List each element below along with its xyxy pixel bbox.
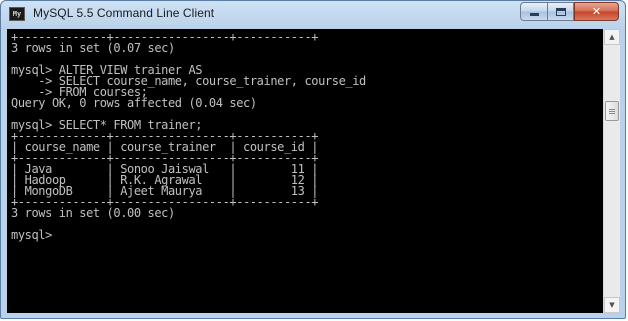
grip-line: [609, 111, 615, 112]
console-output[interactable]: +-------------+-----------------+-------…: [7, 29, 603, 313]
window-title: MySQL 5.5 Command Line Client: [33, 6, 215, 20]
console-prompt[interactable]: mysql>: [11, 229, 603, 241]
scroll-up-arrow-icon[interactable]: ▲: [604, 29, 620, 45]
console-line: 3 rows in set (0.07 sec): [11, 41, 175, 55]
close-button[interactable]: ✕: [574, 2, 619, 21]
maximize-button[interactable]: [547, 2, 574, 21]
console-line: 3 rows in set (0.00 sec): [11, 206, 175, 220]
grip-line: [609, 113, 615, 114]
mysql-app-icon[interactable]: My: [9, 7, 25, 21]
grip-line: [609, 109, 615, 110]
scroll-thumb[interactable]: [605, 101, 619, 121]
console-window: My MySQL 5.5 Command Line Client ✕ +----…: [0, 0, 626, 319]
console-text: +-------------+-----------------+-------…: [7, 29, 603, 241]
minimize-button[interactable]: [520, 2, 547, 21]
maximize-icon: [555, 7, 566, 16]
close-icon: ✕: [591, 5, 602, 18]
minimize-icon: [529, 13, 539, 16]
title-bar[interactable]: My MySQL 5.5 Command Line Client ✕: [1, 1, 625, 27]
console-line: Query OK, 0 rows affected (0.04 sec): [11, 96, 257, 110]
scroll-down-arrow-icon[interactable]: ▼: [604, 297, 620, 313]
vertical-scrollbar[interactable]: ▲ ▼: [603, 29, 620, 313]
caption-buttons: ✕: [520, 2, 619, 21]
